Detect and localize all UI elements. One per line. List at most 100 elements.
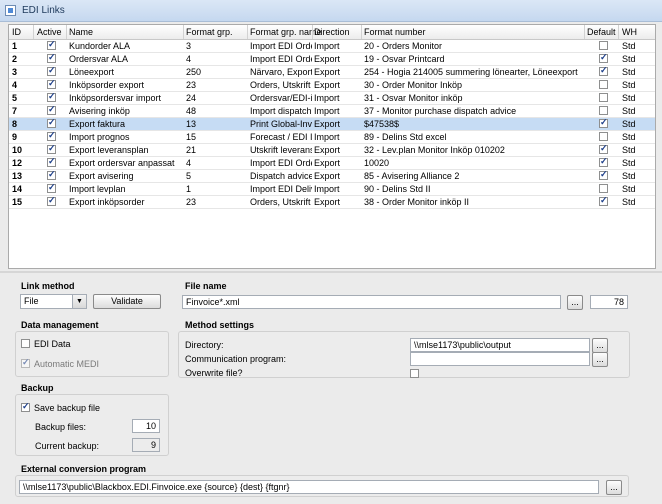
col-header-direction[interactable]: Direction [314,27,350,37]
cell-fgrpname: Orders, Utskrift i [250,80,312,90]
cell-fgrp: 24 [186,93,197,103]
default-checkbox[interactable] [599,156,608,167]
cell-dir: Import [314,106,340,116]
default-checkbox[interactable] [599,195,608,206]
col-header-default[interactable]: Default [587,27,616,37]
communication-program-browse-button[interactable]: ... [592,352,608,367]
backup-files-input[interactable]: 10 [132,419,160,433]
cell-dir: Import [314,93,340,103]
splitter[interactable] [0,271,662,273]
table-row[interactable]: 9 Import prognos 15 Forecast / EDI In Import… [9,130,655,144]
cell-wh: Std [622,54,636,64]
overwrite-file-checkbox[interactable] [410,369,419,378]
cell-wh: Std [622,80,636,90]
cell-fgrpname: Dispatch advice, [250,171,312,181]
default-checkbox[interactable] [599,93,608,102]
external-conversion-browse-button[interactable]: ... [606,480,622,495]
directory-input[interactable]: \\mlse1173\public\output [410,338,590,352]
link-method-select[interactable]: File ▼ [20,294,87,309]
file-name-browse-button[interactable]: ... [567,295,583,310]
cell-id: 2 [12,54,18,64]
cell-name: Avisering inköp [69,106,130,116]
cell-fnum: 254 - Hogia 214005 summering lönearter, … [364,67,578,77]
table-row[interactable]: 3 Löneexport 250 Närvaro, Export Export 254 -… [9,65,655,79]
external-conversion-input[interactable]: \\mlse1173\public\Blackbox.EDI.Finvoice.… [19,480,599,494]
cell-fnum: 10020 [364,158,390,168]
current-backup-label: Current backup: [35,441,100,451]
cell-fnum: 85 - Avisering Alliance 2 [364,171,460,181]
cell-fnum: 32 - Lev.plan Monitor Inköp 010202 [364,145,505,155]
default-checkbox[interactable] [599,41,608,50]
cell-id: 1 [12,41,18,51]
col-header-format-grp[interactable]: Format grp. [186,27,233,37]
cell-fgrp: 4 [186,54,192,64]
cell-id: 12 [12,158,23,168]
cell-fgrpname: Utskrift leveransp [250,145,312,155]
default-checkbox[interactable] [599,52,608,63]
file-name-input[interactable]: Finvoice*.xml [182,295,561,309]
default-checkbox[interactable] [599,65,608,76]
table-row[interactable]: 4 Inköpsorder export 23 Orders, Utskrift iE… [9,78,655,92]
communication-program-label: Communication program: [185,354,287,364]
cell-wh: Std [622,184,636,194]
active-checkbox[interactable] [47,130,56,141]
active-checkbox[interactable] [47,195,56,206]
cell-id: 4 [12,80,18,90]
default-checkbox[interactable] [599,184,608,193]
communication-program-input[interactable] [410,352,590,366]
table-row[interactable]: 5 Inköpsordersvar import 24 Ordersvar/EDI-i… [9,91,655,105]
window-title: EDI Links [22,5,65,16]
active-checkbox[interactable] [47,117,56,128]
save-backup-checkbox[interactable] [21,401,30,412]
active-checkbox[interactable] [47,169,56,180]
directory-browse-button[interactable]: ... [592,338,608,353]
cell-name: Inköpsordersvar import [69,93,162,103]
table-row[interactable]: 1 Kundorder ALA 3 Import EDI Order Import 20 … [9,39,655,53]
table-row[interactable]: 15 Export inköpsorder 23 Orders, Utskrift i… [9,195,655,209]
table-row[interactable]: 14 Import levplan 1 Import EDI DeliveImport… [9,182,655,196]
edi-data-checkbox[interactable] [21,339,30,348]
default-checkbox[interactable] [599,169,608,180]
active-checkbox[interactable] [47,156,56,167]
cell-name: Ordersvar ALA [69,54,129,64]
backup-label: Backup [21,383,54,393]
active-checkbox[interactable] [47,104,56,115]
table-row[interactable]: 10 Export leveransplan 21 Utskrift leverans… [9,143,655,157]
save-backup-label: Save backup file [34,403,101,413]
table-row[interactable]: 13 Export avisering 5 Dispatch advice, Expor… [9,169,655,183]
file-number-input[interactable]: 78 [590,295,628,309]
default-checkbox[interactable] [599,132,608,141]
edi-links-grid[interactable]: ID Active Name Format grp. Format grp. n… [8,24,656,269]
col-header-format-number[interactable]: Format number [364,27,426,37]
table-row[interactable]: 7 Avisering inköp 48 Import dispatch aImpor… [9,104,655,118]
automatic-medi-checkbox[interactable] [21,357,30,368]
active-checkbox[interactable] [47,39,56,50]
col-header-wh[interactable]: WH [622,27,637,37]
cell-fgrpname: Orders, Utskrift i [250,197,312,207]
edi-data-label: EDI Data [34,339,71,349]
cell-dir: Import [314,41,340,51]
validate-button[interactable]: Validate [93,294,161,309]
title-bar: EDI Links [0,0,662,22]
cell-fnum: 20 - Orders Monitor [364,41,443,51]
active-checkbox[interactable] [47,52,56,63]
col-header-active[interactable]: Active [37,27,62,37]
active-checkbox[interactable] [47,143,56,154]
active-checkbox[interactable] [47,91,56,102]
table-row[interactable]: 2 Ordersvar ALA 4 Import EDI Order Export 19 … [9,52,655,66]
active-checkbox[interactable] [47,65,56,76]
col-header-id[interactable]: ID [12,27,21,37]
default-checkbox[interactable] [599,106,608,115]
active-checkbox[interactable] [47,182,56,193]
active-checkbox[interactable] [47,78,56,89]
table-row[interactable]: 12 Export ordersvar anpassat 4 Import EDI O… [9,156,655,170]
cell-fgrp: 3 [186,41,192,51]
col-header-name[interactable]: Name [69,27,93,37]
table-row[interactable]: 8 Export faktura 13 Print Global-InvoiExpor… [9,117,655,131]
default-checkbox[interactable] [599,143,608,154]
col-header-format-grp-name[interactable]: Format grp. name [250,27,322,37]
default-checkbox[interactable] [599,80,608,89]
cell-fgrp: 23 [186,197,197,207]
default-checkbox[interactable] [599,117,608,128]
chevron-down-icon[interactable]: ▼ [72,295,86,308]
